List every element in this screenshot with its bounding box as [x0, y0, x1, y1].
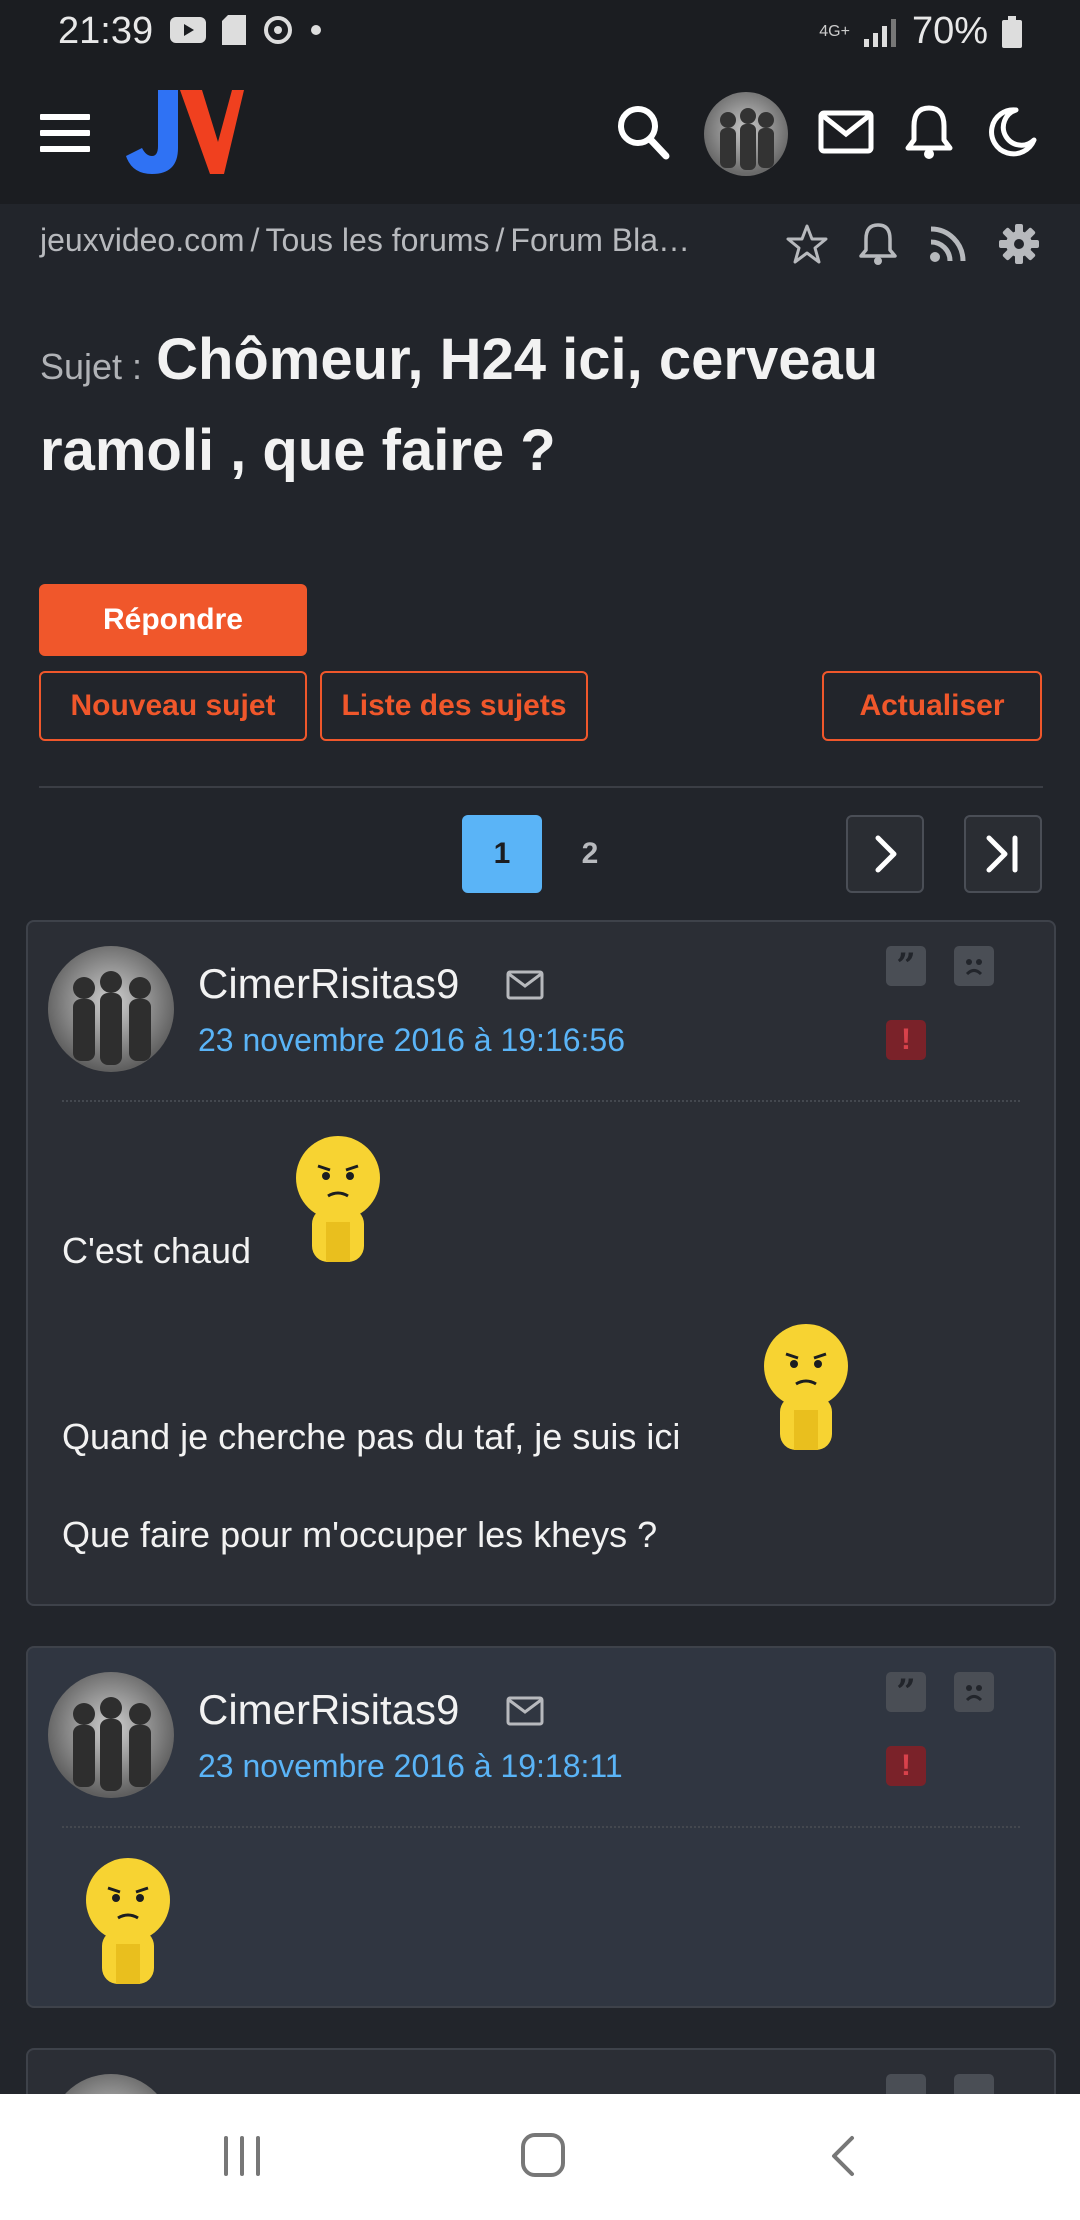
mail-icon[interactable]	[506, 970, 544, 1000]
network-type: 4G+	[819, 22, 850, 40]
refresh-button[interactable]: Actualiser	[822, 671, 1042, 741]
alert-icon: !	[901, 1023, 911, 1056]
mail-icon[interactable]	[818, 110, 874, 154]
bell-icon[interactable]	[858, 222, 898, 266]
topic-list-button[interactable]: Liste des sujets	[320, 671, 588, 741]
home-icon[interactable]	[520, 2132, 566, 2178]
quote-button[interactable]: ”	[886, 1672, 926, 1712]
last-page-icon	[986, 835, 1018, 873]
author-avatar[interactable]	[48, 946, 174, 1072]
breadcrumb-all-forums[interactable]: Tous les forums	[265, 222, 489, 258]
post-text-line: Quand je cherche pas du taf, je suis ici	[62, 1416, 681, 1457]
dark-mode-icon[interactable]	[986, 106, 1038, 158]
topic-prefix: Sujet :	[40, 346, 143, 387]
notification-icons	[170, 14, 322, 46]
gear-icon[interactable]	[998, 223, 1040, 265]
rss-icon[interactable]	[928, 224, 968, 264]
chevron-right-icon	[875, 835, 897, 873]
author-name[interactable]: CimerRisitas9	[198, 1686, 459, 1734]
dot-icon	[311, 25, 321, 35]
search-icon[interactable]	[616, 104, 670, 160]
breadcrumb-forum[interactable]: Forum Bla…	[510, 222, 690, 258]
post-text-line: C'est chaud	[62, 1230, 251, 1271]
alert-icon: !	[901, 1749, 911, 1782]
sync-icon	[264, 16, 292, 44]
risitas-sad-emoji	[86, 1858, 170, 1984]
post-separator	[62, 1826, 1020, 1828]
blacklist-button[interactable]	[954, 1672, 994, 1712]
post-text-line: Que faire pour m'occuper les kheys ?	[62, 1514, 658, 1555]
app-header	[0, 66, 1080, 204]
jv-logo[interactable]	[124, 90, 244, 176]
status-time: 21:39	[58, 10, 154, 52]
post-date[interactable]: 23 novembre 2016 à 19:16:56	[198, 1022, 625, 1059]
topic-title-text: Chômeur, H24 ici, cerveau ramoli , que f…	[40, 327, 879, 483]
user-avatar[interactable]	[704, 92, 788, 176]
reply-button[interactable]: Répondre	[39, 584, 307, 656]
breadcrumb-home[interactable]: jeuxvideo.com	[40, 222, 245, 258]
recent-apps-icon[interactable]	[220, 2136, 264, 2176]
risitas-sad-emoji	[764, 1324, 848, 1450]
signal-icon	[863, 18, 896, 47]
quote-icon: ”	[896, 946, 916, 986]
mail-icon[interactable]	[506, 1696, 544, 1726]
report-button[interactable]: !	[886, 1020, 926, 1060]
system-nav-bar	[0, 2094, 1080, 2220]
divider	[39, 786, 1043, 788]
battery-icon	[1002, 15, 1022, 48]
report-button[interactable]: !	[886, 1746, 926, 1786]
sad-face-icon	[965, 959, 983, 976]
new-topic-button[interactable]: Nouveau sujet	[39, 671, 307, 741]
risitas-sad-emoji	[296, 1136, 380, 1262]
youtube-icon	[170, 17, 206, 43]
next-page-button[interactable]	[846, 815, 924, 893]
menu-icon[interactable]	[40, 114, 90, 154]
sad-face-icon	[965, 1685, 983, 1702]
star-icon[interactable]	[786, 223, 828, 265]
author-name[interactable]: CimerRisitas9	[198, 960, 459, 1008]
topic-title: Sujet : Chômeur, H24 ici, cerveau ramoli …	[40, 318, 1040, 493]
quote-button[interactable]: ”	[886, 946, 926, 986]
author-avatar[interactable]	[48, 1672, 174, 1798]
post: CimerRisitas9 23 novembre 2016 à 19:16:5…	[26, 920, 1056, 1606]
blacklist-button[interactable]	[954, 946, 994, 986]
status-bar: 21:39 4G+ 70%	[0, 0, 1080, 66]
topic-actions	[786, 222, 1040, 266]
page-1-button[interactable]: 1	[462, 815, 542, 893]
sd-card-icon	[222, 15, 246, 45]
post-date[interactable]: 23 novembre 2016 à 19:18:11	[198, 1748, 623, 1785]
last-page-button[interactable]	[964, 815, 1042, 893]
post: CimerRisitas9 23 novembre 2016 à 19:18:1…	[26, 1646, 1056, 2008]
bell-icon[interactable]	[904, 104, 954, 160]
quote-icon: ”	[896, 1672, 916, 1712]
post-separator	[62, 1100, 1020, 1102]
back-icon[interactable]	[828, 2134, 858, 2178]
breadcrumb: jeuxvideo.com / Tous les forums / Forum Bla…	[40, 222, 690, 258]
page-2-button[interactable]: 2	[560, 815, 620, 893]
battery-level: 70%	[911, 10, 988, 52]
